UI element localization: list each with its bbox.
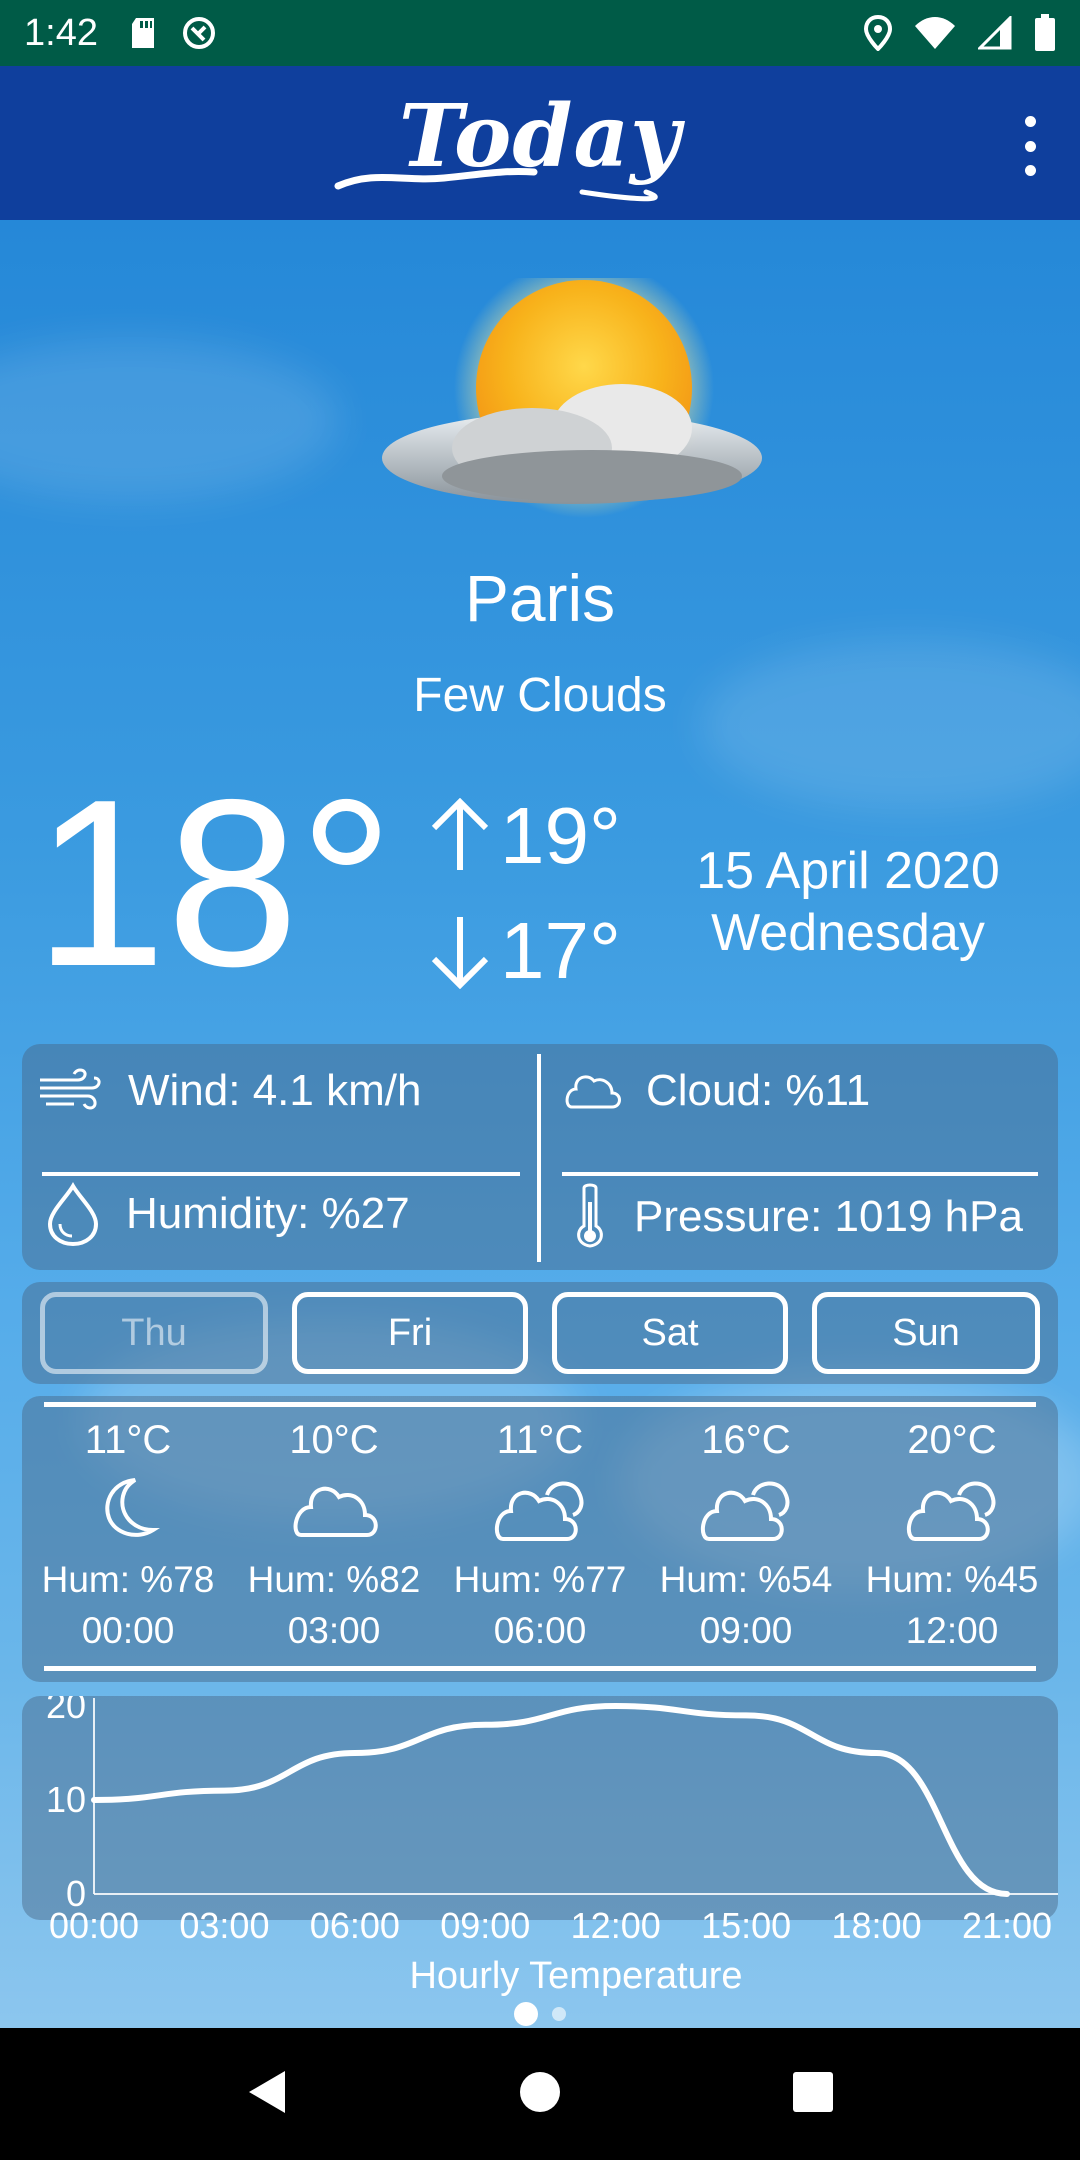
x-tick-label: 00:00 (49, 1905, 139, 1946)
page-indicator (0, 2002, 1080, 2026)
page-dot[interactable] (552, 2007, 566, 2021)
hourly-item: 16°C Hum: %54 09:00 (643, 1416, 849, 1656)
tab-fri[interactable]: Fri (292, 1292, 528, 1374)
x-tick-label: 06:00 (310, 1905, 400, 1946)
hourly-time: 12:00 (905, 1610, 999, 1651)
battery-icon (1034, 14, 1056, 52)
cloud-icon (565, 1075, 621, 1109)
arrow-up-icon (431, 798, 489, 870)
navigation-bar (0, 2028, 1080, 2160)
hourly-temp: 11°C (84, 1418, 172, 1462)
x-tick-label: 12:00 (571, 1905, 661, 1946)
status-bar: 1:42 (0, 0, 1080, 66)
sun-cloud-icon (382, 278, 762, 518)
x-tick-label: 18:00 (832, 1905, 922, 1946)
low-temperature: 17° (428, 905, 621, 997)
hourly-item: 11°C Hum: %77 06:00 (437, 1416, 643, 1656)
tab-thu[interactable]: Thu (40, 1292, 268, 1374)
day-tabs: Thu Fri Sat Sun (22, 1282, 1058, 1384)
wifi-icon (914, 16, 956, 50)
more-vert-icon[interactable] (1010, 116, 1050, 176)
location-icon (864, 15, 892, 51)
hourly-item: 10°C Hum: %82 03:00 (231, 1416, 437, 1656)
details-panel: Wind: 4.1 km/h Cloud: %11 Humidity: %27 (22, 1044, 1058, 1270)
wind-icon (40, 1068, 101, 1110)
chart-svg: 0102000:00 03:00 06:00 09:00 12:00 15:00 18:00… (46, 1696, 1058, 1996)
weekday-text: Wednesday (711, 904, 985, 962)
hourly-temp: 10°C (289, 1418, 379, 1462)
tab-sat[interactable]: Sat (552, 1292, 788, 1374)
hourly-temperature-chart: 0 10 20 00:00 03:00 06:00 09:00 12:00 15:00 18:00… (22, 1696, 1058, 1996)
x-tick-label: 21:00 (962, 1905, 1052, 1946)
date-text: 15 April 2020 (696, 842, 1000, 900)
tab-sun[interactable]: Sun (812, 1292, 1040, 1374)
humidity-label: Humidity: %27 (126, 1189, 410, 1238)
home-icon[interactable] (518, 2070, 562, 2119)
x-tick-label: 03:00 (179, 1905, 269, 1946)
weather-app: 1:42 Today Paris Few Clouds 18° 19° 17° … (0, 0, 1080, 2160)
water-drop-icon (47, 1182, 99, 1246)
status-time: 1:42 (24, 11, 98, 54)
city-name: Paris (464, 561, 616, 635)
recents-icon[interactable] (791, 2070, 835, 2119)
hourly-time: 09:00 (699, 1610, 793, 1651)
cloud-detail: Cloud: %11 (562, 1066, 870, 1116)
hourly-time: 00:00 (81, 1610, 175, 1651)
high-temperature: 19° (428, 790, 621, 882)
cloudy-icon (700, 1481, 790, 1541)
chart-title: Hourly Temperature (409, 1955, 742, 1996)
hourly-temp: 20°C (907, 1418, 997, 1462)
app-title: Today (398, 86, 682, 187)
hourly-time: 06:00 (493, 1610, 587, 1651)
x-tick-label: 15:00 (701, 1905, 791, 1946)
hourly-temp: 16°C (701, 1418, 791, 1462)
cloudy-icon (494, 1481, 584, 1541)
page-dot-active[interactable] (514, 2002, 538, 2026)
pressure-detail: Pressure: 1019 hPa (570, 1182, 1023, 1252)
cloud-label: Cloud: %11 (646, 1066, 871, 1115)
humidity-detail: Humidity: %27 (44, 1182, 410, 1246)
hourly-humidity: Hum: %45 (865, 1559, 1039, 1600)
pressure-label: Pressure: 1019 hPa (634, 1192, 1023, 1241)
back-icon[interactable] (245, 2067, 289, 2122)
hourly-humidity: Hum: %78 (41, 1559, 215, 1600)
hourly-item: 11°C Hum: %78 00:00 (25, 1416, 231, 1656)
hourly-item: 20°C Hum: %45 12:00 (849, 1416, 1055, 1656)
hourly-temp: 11°C (496, 1418, 584, 1462)
temperature-line (91, 1702, 1010, 1897)
wind-label: Wind: 4.1 km/h (128, 1066, 422, 1115)
data-saver-icon (180, 14, 218, 52)
moon-icon (105, 1478, 160, 1537)
hourly-humidity: Hum: %54 (659, 1559, 833, 1600)
current-temperature: 18° (34, 751, 394, 1016)
cloud-icon (293, 1486, 378, 1537)
y-tick-label: 20 (46, 1696, 86, 1726)
weather-condition: Few Clouds (413, 669, 667, 722)
cloudy-icon (906, 1481, 996, 1541)
hourly-time: 03:00 (287, 1610, 381, 1651)
hourly-forecast[interactable]: 11°C Hum: %78 00:00 10°C Hum: %82 03:00 (22, 1396, 1058, 1682)
wind-detail: Wind: 4.1 km/h (38, 1066, 421, 1116)
hourly-humidity: Hum: %77 (453, 1559, 627, 1600)
hourly-humidity: Hum: %82 (247, 1559, 421, 1600)
thermometer-icon (577, 1183, 603, 1248)
app-bar: Today (0, 66, 1080, 220)
signal-icon (978, 16, 1012, 50)
sd-card-icon (128, 16, 158, 50)
weather-content[interactable]: Paris Few Clouds 18° 19° 17° 15 April 20… (0, 220, 1080, 2028)
high-temperature-value: 19° (500, 791, 621, 880)
low-temperature-value: 17° (500, 906, 621, 995)
y-tick-label: 10 (46, 1779, 86, 1820)
date-block: 15 April 2020 Wednesday (668, 840, 1028, 964)
x-tick-label: 09:00 (440, 1905, 530, 1946)
arrow-down-icon (431, 917, 489, 989)
